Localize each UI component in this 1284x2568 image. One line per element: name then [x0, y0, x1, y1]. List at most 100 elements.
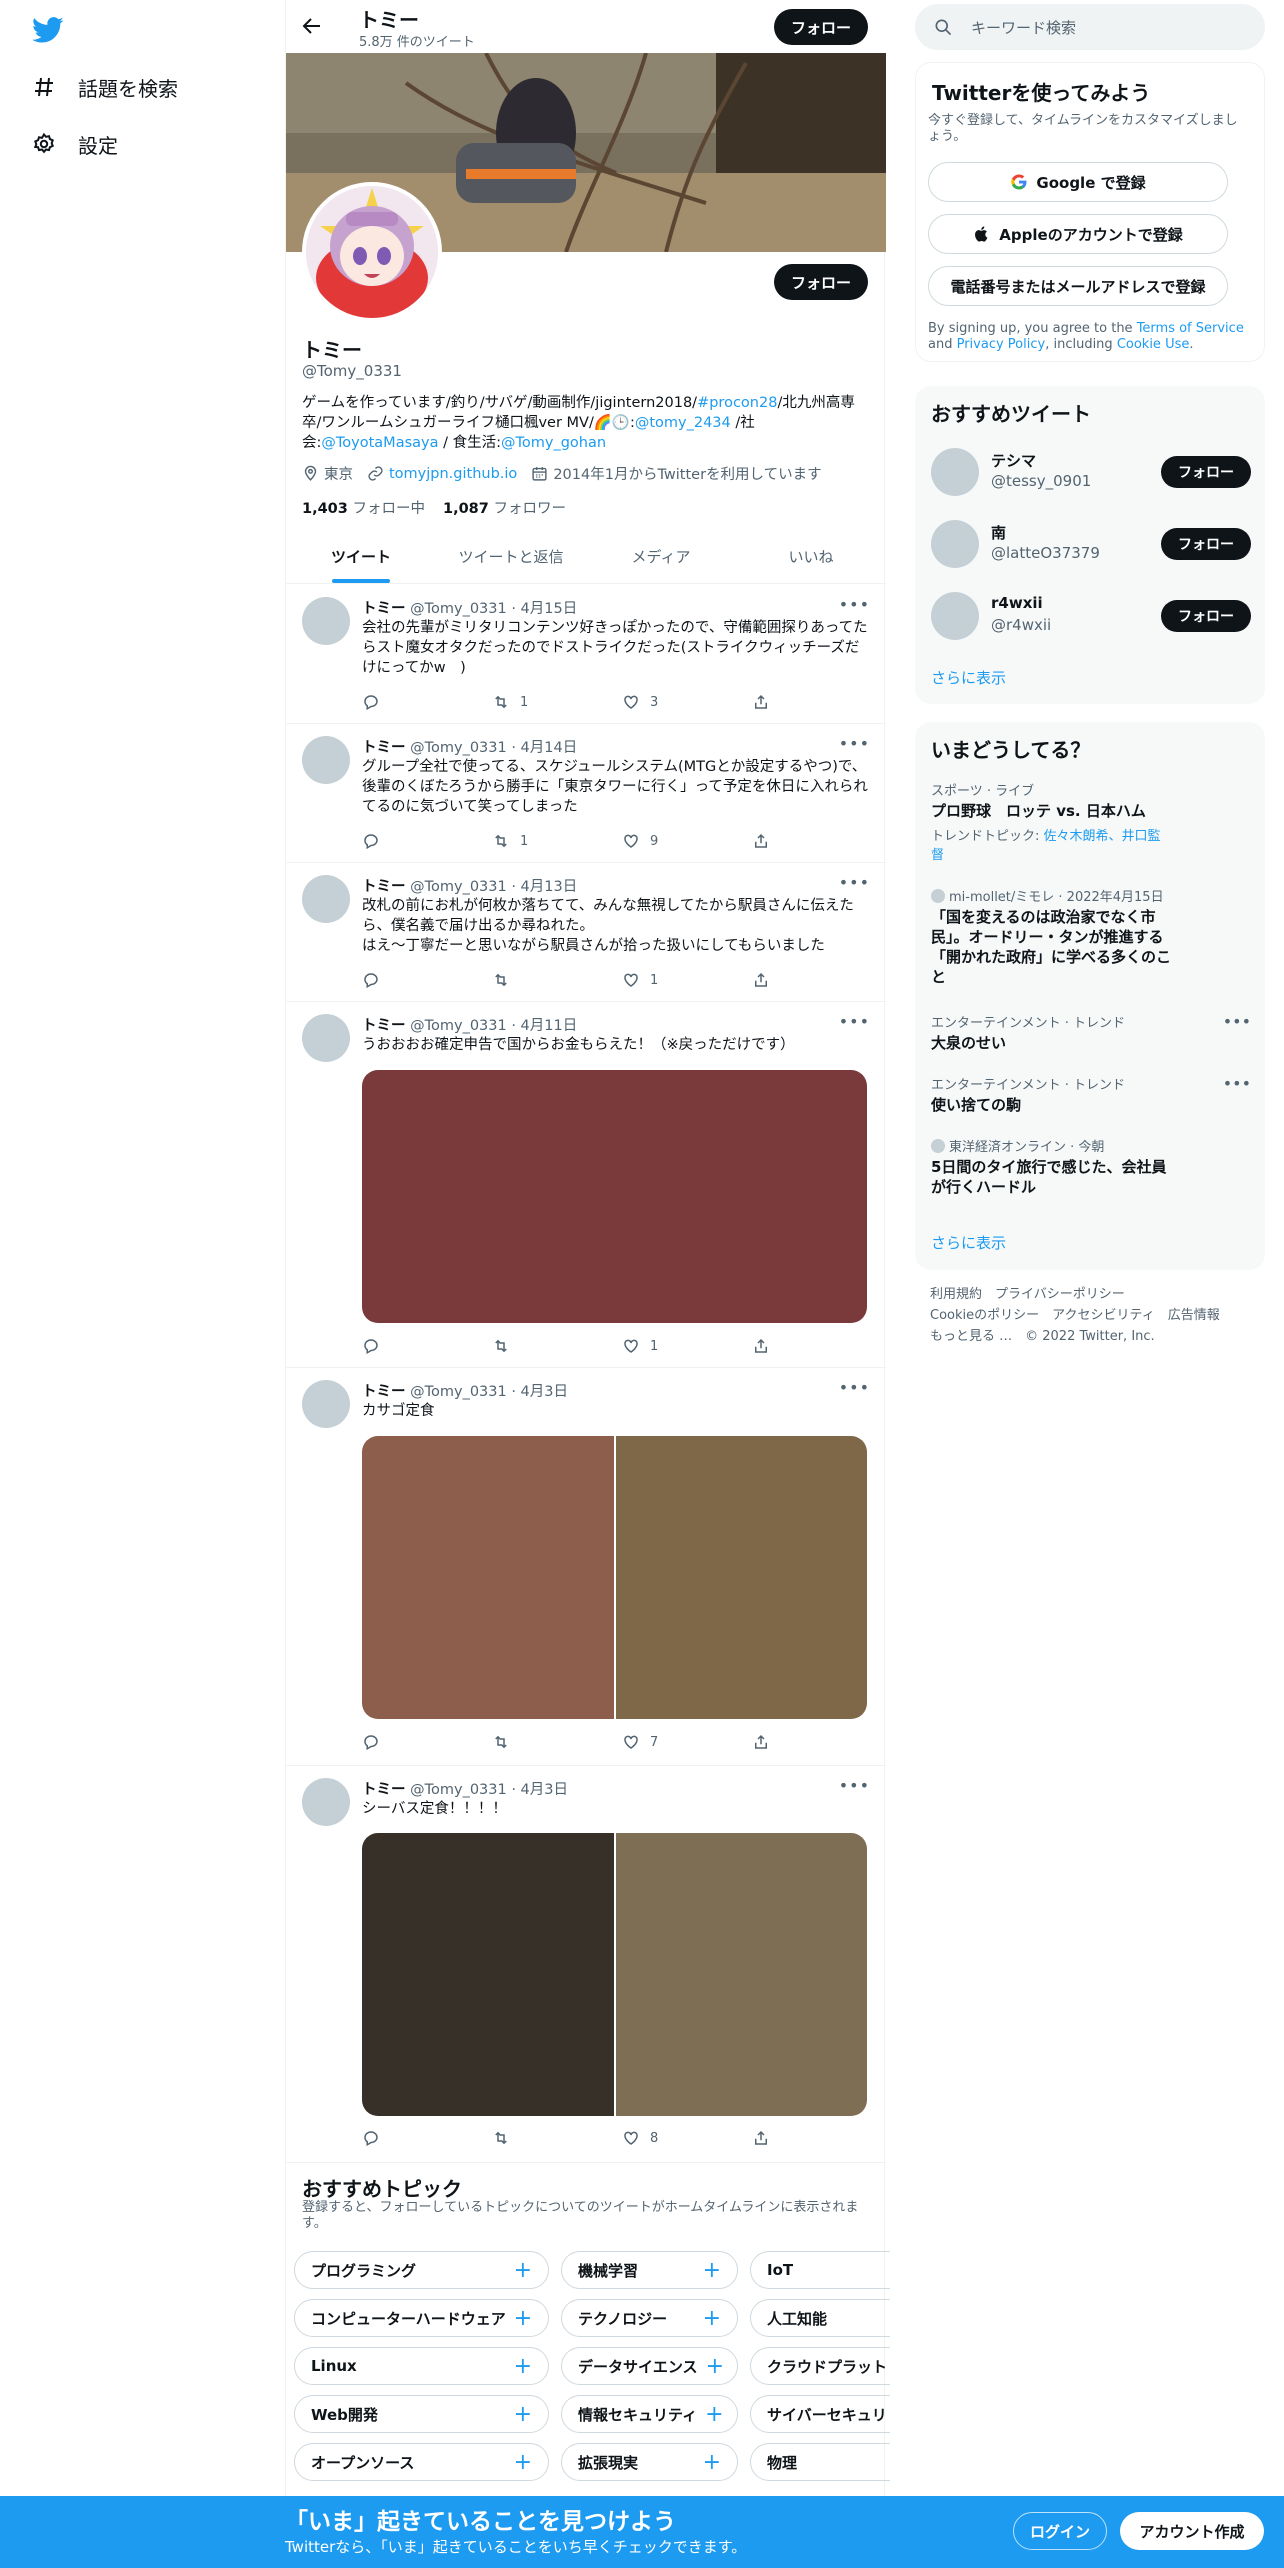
follow-button[interactable]: フォロー [1161, 528, 1251, 560]
avatar[interactable] [931, 448, 979, 496]
recommended-show-more-link[interactable]: さらに表示 [931, 667, 1006, 688]
more-icon[interactable]: ••• [839, 1012, 870, 1031]
nav-settings[interactable]: 設定 [32, 124, 118, 164]
bio-mention-link[interactable]: @tomy_2434 [635, 415, 731, 431]
tweet-media[interactable] [362, 1833, 867, 2116]
share-button[interactable] [752, 1336, 792, 1356]
nav-explore[interactable]: 話題を検索 [32, 67, 178, 107]
bio-mention-link[interactable]: @Tomy_gohan [501, 435, 606, 451]
tweet[interactable]: トミー @Tomy_0331 · 4月11日 ••• うおおおお確定申告で国から… [286, 1002, 886, 1368]
avatar[interactable] [302, 736, 350, 784]
trend-item[interactable]: スポーツ · ライブ プロ野球 ロッテ vs. 日本ハム トレンドトピック: 佐… [931, 780, 1251, 863]
more-icon[interactable]: ••• [1223, 1074, 1251, 1093]
privacy-policy-link[interactable]: Privacy Policy [957, 337, 1046, 352]
topic-chip[interactable]: テクノロジー + [561, 2299, 738, 2337]
avatar[interactable] [931, 592, 979, 640]
follow-button[interactable]: フォロー [1161, 600, 1251, 632]
topic-chip[interactable]: Linux + [294, 2347, 549, 2385]
retweet-button[interactable] [492, 1336, 622, 1356]
retweet-button[interactable] [492, 970, 622, 990]
share-button[interactable] [752, 970, 792, 990]
profile-avatar[interactable] [302, 182, 442, 322]
bio-hashtag-link[interactable]: #procon28 [697, 395, 777, 411]
tweet[interactable]: トミー @Tomy_0331 · 4月15日 ••• 会社の先輩がミリタリコンテ… [286, 585, 886, 724]
retweet-button[interactable]: 1 [492, 692, 622, 712]
share-button[interactable] [752, 831, 792, 851]
twitter-logo-icon[interactable] [32, 14, 64, 46]
more-icon[interactable]: ••• [839, 1776, 870, 1795]
trend-item[interactable]: mi-mollet/ミモレ · 2022年4月15日 「国を変えるのは政治家でな… [931, 886, 1251, 987]
footer-line[interactable]: 利用規約 プライバシーポリシー [930, 1284, 1250, 1305]
like-button[interactable]: 7 [622, 1732, 752, 1752]
profile-follow-button[interactable]: フォロー [774, 264, 868, 300]
website-link[interactable]: tomyjpn.github.io [389, 466, 517, 482]
avatar[interactable] [302, 1778, 350, 1826]
like-button[interactable]: 9 [622, 831, 752, 851]
trend-item[interactable]: エンターテインメント · トレンド 使い捨ての駒 ••• [931, 1074, 1251, 1115]
tweet[interactable]: トミー @Tomy_0331 · 4月3日 ••• カサゴ定食 7 [286, 1368, 886, 1766]
phone-email-signup-button[interactable]: 電話番号またはメールアドレスで登録 [928, 266, 1228, 306]
topic-chip[interactable]: オープンソース + [294, 2443, 549, 2481]
avatar[interactable] [302, 597, 350, 645]
reply-button[interactable] [362, 2128, 492, 2148]
tweet-author[interactable]: トミー [362, 740, 406, 756]
avatar[interactable] [302, 875, 350, 923]
more-icon[interactable]: ••• [839, 595, 870, 614]
share-button[interactable] [752, 2128, 792, 2148]
tweet-photo[interactable] [615, 1833, 867, 2116]
retweet-button[interactable] [492, 1732, 622, 1752]
like-button[interactable]: 3 [622, 692, 752, 712]
tweet[interactable]: トミー @Tomy_0331 · 4月3日 ••• シーバス定食！！！！ 8 [286, 1766, 886, 2163]
reply-button[interactable] [362, 692, 492, 712]
tweet-author[interactable]: トミー [362, 879, 406, 895]
trend-item[interactable]: エンターテインメント · トレンド 大泉のせい ••• [931, 1012, 1251, 1053]
avatar[interactable] [302, 1380, 350, 1428]
search-bar[interactable]: キーワード検索 [915, 4, 1265, 50]
like-button[interactable]: 1 [622, 1336, 752, 1356]
share-button[interactable] [752, 1732, 792, 1752]
terms-of-service-link[interactable]: Terms of Service [1137, 321, 1244, 336]
topic-chip[interactable]: プログラミング + [294, 2251, 549, 2289]
trends-show-more-link[interactable]: さらに表示 [931, 1232, 1006, 1253]
share-button[interactable] [752, 692, 792, 712]
topic-chip[interactable]: クラウドプラット [750, 2347, 890, 2385]
topic-chip[interactable]: サイバーセキュリ [750, 2395, 890, 2433]
more-icon[interactable]: ••• [839, 734, 870, 753]
topic-chip[interactable]: 拡張現実 + [561, 2443, 738, 2481]
profile-website[interactable]: tomyjpn.github.io [367, 465, 517, 482]
recommended-user[interactable]: r4wxii @r4wxii フォロー [931, 586, 1251, 646]
google-signup-button[interactable]: Google で登録 [928, 162, 1228, 202]
more-icon[interactable]: ••• [839, 873, 870, 892]
recommended-user[interactable]: テシマ @tessy_0901 フォロー [931, 442, 1251, 502]
reply-button[interactable] [362, 1732, 492, 1752]
reply-button[interactable] [362, 831, 492, 851]
avatar[interactable] [931, 520, 979, 568]
tweet[interactable]: トミー @Tomy_0331 · 4月14日 ••• グループ全社で使ってる、ス… [286, 724, 886, 863]
apple-signup-button[interactable]: Appleのアカウントで登録 [928, 214, 1228, 254]
retweet-button[interactable]: 1 [492, 831, 622, 851]
topic-chip[interactable]: 機械学習 + [561, 2251, 738, 2289]
topic-chip[interactable]: 情報セキュリティ + [561, 2395, 738, 2433]
login-button[interactable]: ログイン [1013, 2512, 1107, 2550]
back-arrow-icon[interactable] [300, 14, 324, 38]
header-follow-button[interactable]: フォロー [774, 9, 868, 45]
search-input[interactable]: キーワード検索 [971, 17, 1076, 38]
topic-chip[interactable]: コンピューターハードウェア + [294, 2299, 549, 2337]
trend-item[interactable]: 東洋経済オンライン · 今朝 5日間のタイ旅行で感じた、会社員が行くハードル [931, 1136, 1251, 1197]
topic-chip[interactable]: 物理 [750, 2443, 890, 2481]
bio-mention-link[interactable]: @ToyotaMasaya [321, 435, 438, 451]
tab-likes[interactable]: いいね [736, 530, 886, 583]
followers-link[interactable]: 1,087 フォロワー [443, 497, 566, 518]
tweet-author[interactable]: トミー [362, 1384, 406, 1400]
tab-media[interactable]: メディア [586, 530, 736, 583]
tweet-media[interactable] [362, 1436, 867, 1719]
tweet-author[interactable]: トミー [362, 1018, 406, 1034]
topic-chip[interactable]: データサイエンス + [561, 2347, 738, 2385]
signup-button[interactable]: アカウント作成 [1120, 2512, 1264, 2550]
topic-chip[interactable]: Web開発 + [294, 2395, 549, 2433]
footer-line[interactable]: Cookieのポリシー アクセシビリティ 広告情報 [930, 1305, 1250, 1326]
like-button[interactable]: 8 [622, 2128, 752, 2148]
footer-line[interactable]: もっと見る … © 2022 Twitter, Inc. [930, 1326, 1250, 1347]
retweet-button[interactable] [492, 2128, 622, 2148]
topic-chip[interactable]: IoT [750, 2251, 890, 2289]
